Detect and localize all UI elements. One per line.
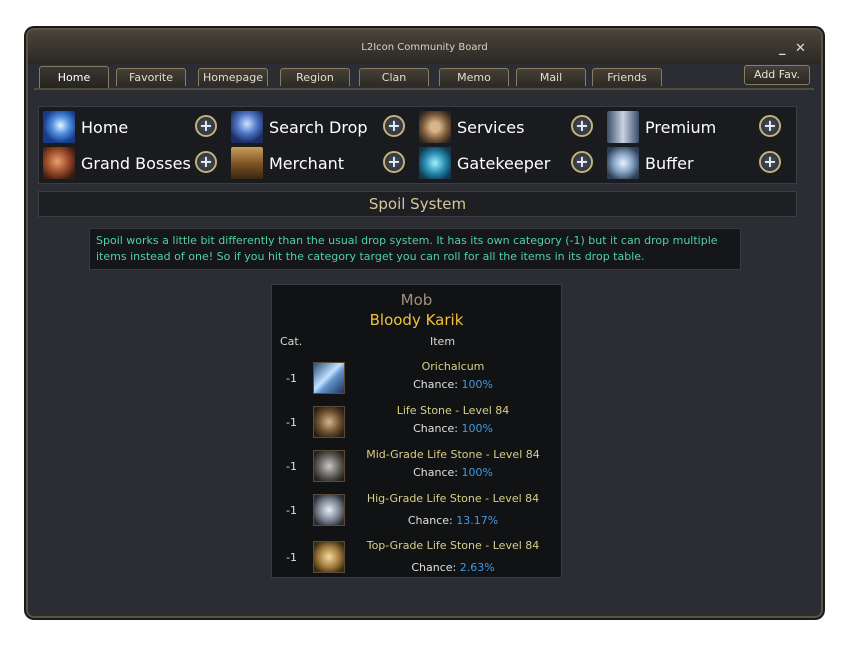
drop-category: -1 xyxy=(286,372,297,385)
drop-category: -1 xyxy=(286,504,297,517)
chance-value: 13.17% xyxy=(456,514,499,527)
title-bar[interactable]: L2Icon Community Board _ ✕ xyxy=(28,30,821,64)
gear-icon xyxy=(419,111,451,143)
drop-chance: Chance: 2.63% xyxy=(348,561,558,574)
nav-label: Merchant xyxy=(269,154,345,173)
life-stone-icon xyxy=(313,406,345,438)
minimize-icon[interactable]: _ xyxy=(779,41,786,56)
chance-value: 100% xyxy=(461,422,493,435)
chance-label: Chance: xyxy=(413,466,458,479)
drop-item-name[interactable]: Mid-Grade Life Stone - Level 84 xyxy=(348,448,558,461)
plus-button[interactable]: + xyxy=(383,115,405,137)
tab-friends[interactable]: Friends xyxy=(592,68,662,86)
plus-button[interactable]: + xyxy=(759,151,781,173)
plus-button[interactable]: + xyxy=(195,115,217,137)
plus-button[interactable]: + xyxy=(383,151,405,173)
drop-row: -1 Mid-Grade Life Stone - Level 84 Chanc… xyxy=(272,447,561,487)
mid-grade-life-stone-icon xyxy=(313,450,345,482)
dragon-icon xyxy=(43,147,75,179)
nav-item-buffer[interactable]: Buffer + xyxy=(607,147,787,179)
top-grade-life-stone-icon xyxy=(313,541,345,573)
section-title: Spoil System xyxy=(368,195,467,213)
drop-chance: Chance: 13.17% xyxy=(348,514,558,527)
tab-homepage[interactable]: Homepage xyxy=(198,68,268,86)
tab-favorite[interactable]: Favorite xyxy=(116,68,186,86)
chest-icon xyxy=(231,147,263,179)
nav-label: Search Drop xyxy=(269,118,368,137)
chance-value: 100% xyxy=(461,466,493,479)
portal-icon xyxy=(419,147,451,179)
section-header: Spoil System xyxy=(38,191,797,217)
mob-label: Mob xyxy=(400,291,433,309)
plus-button[interactable]: + xyxy=(759,115,781,137)
drop-row: -1 Top-Grade Life Stone - Level 84 Chanc… xyxy=(272,538,561,578)
drop-chance: Chance: 100% xyxy=(348,422,558,435)
tab-memo[interactable]: Memo xyxy=(439,68,509,86)
nav-label: Home xyxy=(81,118,129,137)
nav-item-merchant[interactable]: Merchant + xyxy=(231,147,411,179)
chance-value: 2.63% xyxy=(459,561,495,574)
drop-chance: Chance: 100% xyxy=(348,378,558,391)
window-title: L2Icon Community Board xyxy=(361,42,488,53)
sparkle-icon xyxy=(43,111,75,143)
tab-clan[interactable]: Clan xyxy=(359,68,429,86)
nav-item-premium[interactable]: Premium + xyxy=(607,111,787,143)
add-fav-button[interactable]: Add Fav. xyxy=(744,65,810,85)
drop-category: -1 xyxy=(286,460,297,473)
drop-row: -1 Hig-Grade Life Stone - Level 84 Chanc… xyxy=(272,491,561,531)
drop-chance: Chance: 100% xyxy=(348,466,558,479)
tab-bar: Home Favorite Homepage Region Clan Memo … xyxy=(34,66,814,90)
navigation-grid: Home + Search Drop + Services + Premium … xyxy=(38,106,797,184)
nav-label: Services xyxy=(457,118,525,137)
mob-name: Bloody Karik xyxy=(369,311,464,329)
spoil-description: Spoil works a little bit differently tha… xyxy=(89,228,741,270)
drop-row: -1 Orichalcum Chance: 100% xyxy=(272,359,561,399)
tab-mail[interactable]: Mail xyxy=(516,68,586,86)
drop-row: -1 Life Stone - Level 84 Chance: 100% xyxy=(272,403,561,443)
drop-category: -1 xyxy=(286,551,297,564)
drop-item-name[interactable]: Top-Grade Life Stone - Level 84 xyxy=(348,539,558,552)
nav-label: Premium xyxy=(645,118,717,137)
chance-label: Chance: xyxy=(413,422,458,435)
tab-home[interactable]: Home xyxy=(39,66,109,88)
nav-item-search-drop[interactable]: Search Drop + xyxy=(231,111,411,143)
drop-item-name[interactable]: Orichalcum xyxy=(348,360,558,373)
nav-item-gatekeeper[interactable]: Gatekeeper + xyxy=(419,147,599,179)
search-drop-icon xyxy=(231,111,263,143)
chance-label: Chance: xyxy=(407,514,453,527)
nav-item-grand-bosses[interactable]: Grand Bosses + xyxy=(43,147,223,179)
mob-drop-panel: Mob Bloody Karik Cat. Item -1 Orichalcum… xyxy=(271,284,562,578)
plus-button[interactable]: + xyxy=(571,151,593,173)
community-board-window: L2Icon Community Board _ ✕ Home Favorite… xyxy=(28,30,821,616)
tab-region[interactable]: Region xyxy=(280,68,350,86)
nav-item-services[interactable]: Services + xyxy=(419,111,599,143)
nav-item-home[interactable]: Home + xyxy=(43,111,223,143)
nav-label: Grand Bosses xyxy=(81,154,191,173)
chance-label: Chance: xyxy=(411,561,457,574)
armor-icon xyxy=(607,147,639,179)
nav-label: Gatekeeper xyxy=(457,154,551,173)
column-header-cat: Cat. xyxy=(280,335,303,348)
chance-label: Chance: xyxy=(413,378,458,391)
drop-item-name[interactable]: Life Stone - Level 84 xyxy=(348,404,558,417)
drop-category: -1 xyxy=(286,416,297,429)
high-grade-life-stone-icon xyxy=(313,494,345,526)
chance-value: 100% xyxy=(461,378,493,391)
plus-button[interactable]: + xyxy=(571,115,593,137)
orichalcum-icon xyxy=(313,362,345,394)
column-header-item: Item xyxy=(430,335,456,348)
plus-button[interactable]: + xyxy=(195,151,217,173)
sword-icon xyxy=(607,111,639,143)
nav-label: Buffer xyxy=(645,154,694,173)
close-icon[interactable]: ✕ xyxy=(795,41,806,56)
drop-item-name[interactable]: Hig-Grade Life Stone - Level 84 xyxy=(348,492,558,505)
